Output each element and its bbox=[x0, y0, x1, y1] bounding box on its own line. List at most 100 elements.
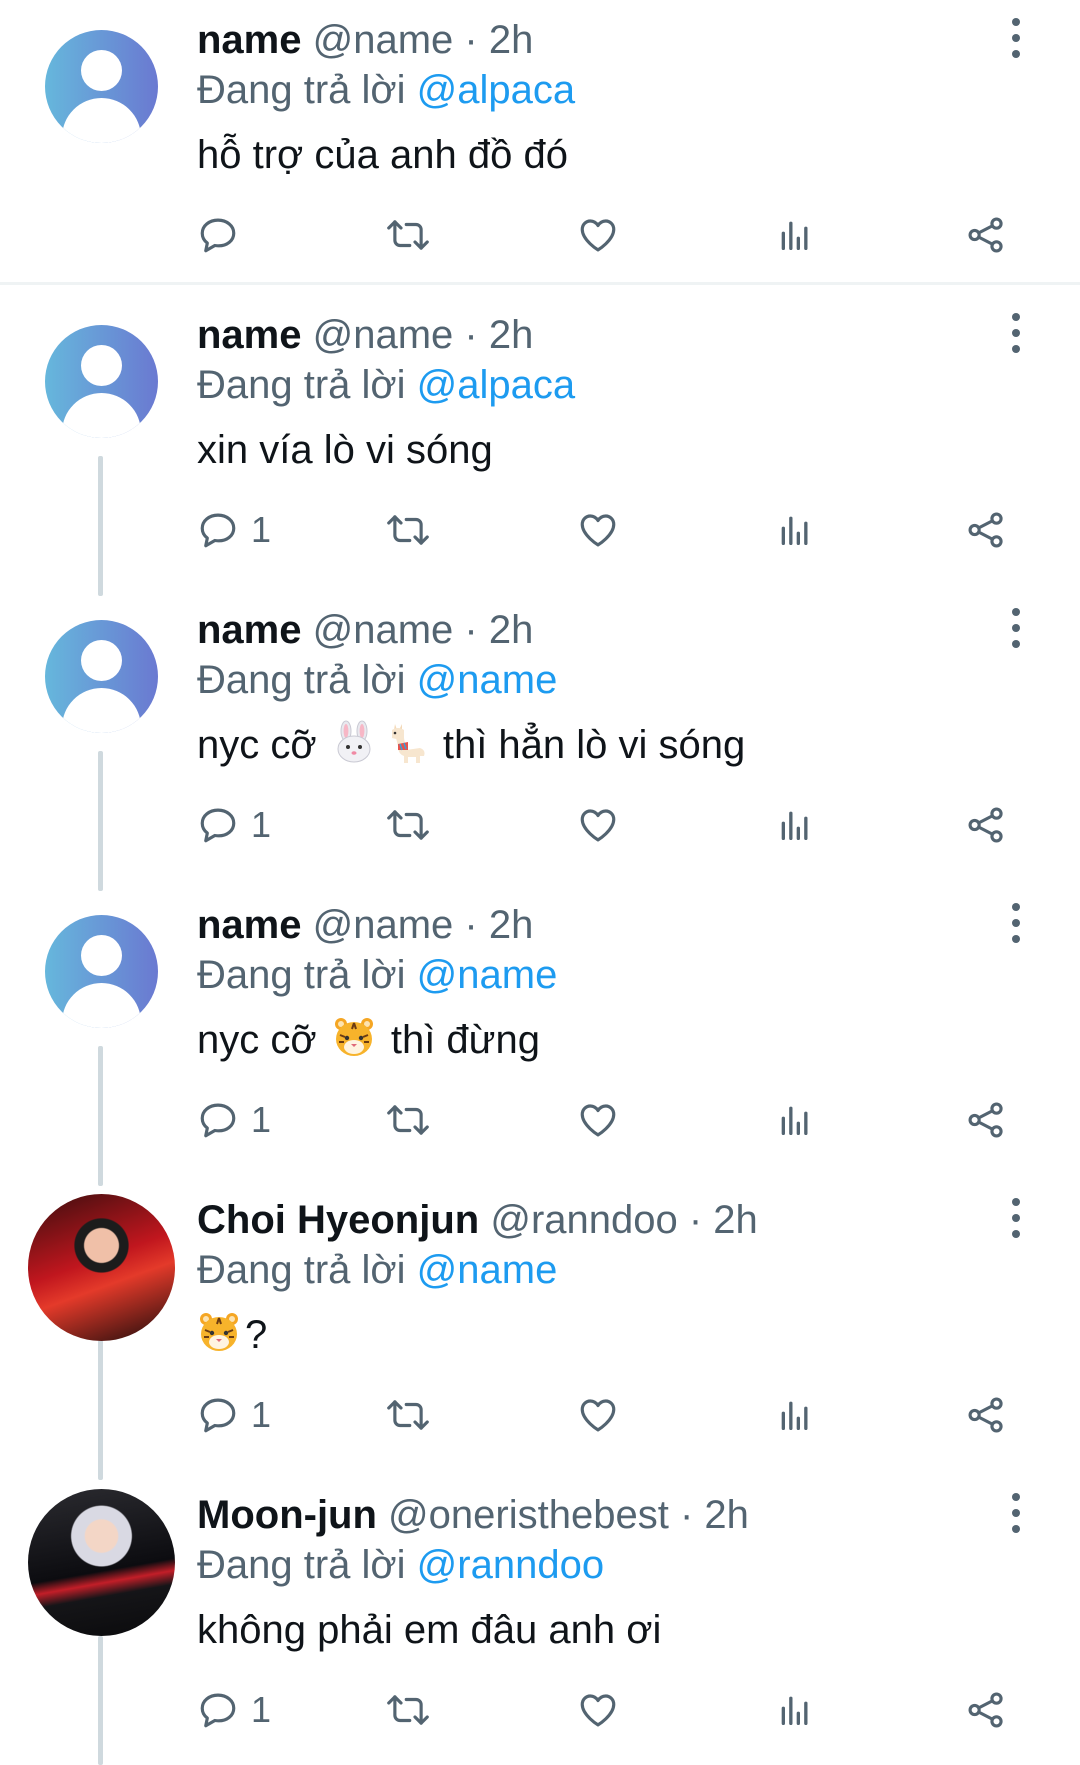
like-icon bbox=[580, 809, 616, 842]
mention-link[interactable]: @ranndoo bbox=[417, 1543, 604, 1587]
user-handle[interactable]: @name bbox=[313, 608, 454, 652]
tweet-text-part: thì đừng bbox=[390, 1018, 540, 1062]
like-button[interactable] bbox=[577, 505, 619, 555]
reply-button[interactable]: 1 bbox=[197, 1685, 271, 1735]
retweet-button[interactable] bbox=[385, 1095, 431, 1145]
tweet-text-part: nyc cỡ bbox=[197, 1018, 317, 1062]
default-avatar[interactable] bbox=[45, 915, 158, 1028]
more-icon[interactable] bbox=[1008, 1493, 1024, 1533]
reply-button[interactable]: 1 bbox=[197, 1390, 271, 1440]
retweet-icon bbox=[387, 515, 429, 545]
mention-link[interactable]: @name bbox=[417, 953, 558, 997]
display-name[interactable]: Choi Hyeonjun bbox=[197, 1198, 479, 1242]
tweet-header: name @name · 2h bbox=[197, 606, 533, 654]
default-avatar[interactable] bbox=[45, 620, 158, 733]
views-icon bbox=[781, 1401, 808, 1430]
more-icon[interactable] bbox=[1008, 608, 1024, 648]
share-button[interactable] bbox=[965, 1685, 1007, 1735]
tiger-face-emoji bbox=[334, 1018, 373, 1056]
views-button[interactable] bbox=[775, 505, 815, 555]
photo-avatar[interactable] bbox=[28, 1489, 175, 1636]
like-icon bbox=[580, 1399, 616, 1432]
tweet[interactable]: name @name · 2h Đang trả lời @alpaca xin… bbox=[0, 295, 1080, 590]
views-button[interactable] bbox=[775, 1390, 815, 1440]
like-icon bbox=[580, 1104, 616, 1137]
user-handle[interactable]: @oneristhebest bbox=[388, 1493, 669, 1537]
user-handle[interactable]: @name bbox=[313, 18, 454, 62]
views-button[interactable] bbox=[775, 1095, 815, 1145]
timestamp: · 2h bbox=[464, 18, 534, 62]
share-icon bbox=[968, 512, 1003, 548]
like-button[interactable] bbox=[577, 1685, 619, 1735]
tweet-actions: 1 bbox=[197, 1095, 1037, 1145]
tweet-header: Choi Hyeonjun @ranndoo · 2h bbox=[197, 1196, 758, 1244]
tweet[interactable]: name @name · 2h Đang trả lời @name nyc c… bbox=[0, 885, 1080, 1180]
tweet-text: ? bbox=[197, 1310, 267, 1360]
user-handle[interactable]: @ranndoo bbox=[490, 1198, 677, 1242]
display-name[interactable]: name bbox=[197, 313, 302, 357]
more-icon[interactable] bbox=[1008, 903, 1024, 943]
llama-emoji bbox=[391, 724, 425, 763]
tweet[interactable]: Moon-jun @oneristhebest · 2h Đang trả lờ… bbox=[0, 1475, 1080, 1765]
share-button[interactable] bbox=[965, 1390, 1007, 1440]
tweet-header: Moon-jun @oneristhebest · 2h bbox=[197, 1491, 749, 1539]
photo-avatar[interactable] bbox=[28, 1194, 175, 1341]
tweet-text: nyc cỡ thì đừng bbox=[197, 1015, 540, 1065]
replying-to-label: Đang trả lời bbox=[197, 1248, 406, 1292]
tweet[interactable]: Choi Hyeonjun @ranndoo · 2h Đang trả lời… bbox=[0, 1180, 1080, 1475]
mention-link[interactable]: @name bbox=[417, 1248, 558, 1292]
tweet-text-part: ? bbox=[245, 1313, 268, 1357]
replying-to-label: Đang trả lời bbox=[197, 658, 406, 702]
replying-to-label: Đang trả lời bbox=[197, 953, 406, 997]
retweet-button[interactable] bbox=[385, 1390, 431, 1440]
display-name[interactable]: name bbox=[197, 903, 302, 947]
like-button[interactable] bbox=[577, 1095, 619, 1145]
mention-link[interactable]: @name bbox=[417, 658, 558, 702]
tweet-text: nyc cỡ thì hẳn lò vi sóng bbox=[197, 720, 745, 770]
retweet-button[interactable] bbox=[385, 800, 431, 850]
replying-to: Đang trả lời @ranndoo bbox=[197, 1541, 604, 1589]
user-handle[interactable]: @name bbox=[313, 313, 454, 357]
tweet-actions: 1 bbox=[197, 800, 1037, 850]
display-name[interactable]: name bbox=[197, 608, 302, 652]
tweet-header: name @name · 2h bbox=[197, 16, 533, 64]
reply-button[interactable]: 1 bbox=[197, 1095, 271, 1145]
mention-link[interactable]: @alpaca bbox=[417, 363, 575, 407]
share-button[interactable] bbox=[965, 505, 1007, 555]
more-icon[interactable] bbox=[1008, 1198, 1024, 1238]
views-button[interactable] bbox=[775, 210, 815, 260]
default-avatar[interactable] bbox=[45, 325, 158, 438]
like-icon bbox=[580, 514, 616, 547]
views-icon bbox=[781, 221, 808, 250]
share-button[interactable] bbox=[965, 800, 1007, 850]
display-name[interactable]: name bbox=[197, 18, 302, 62]
more-icon[interactable] bbox=[1008, 18, 1024, 58]
like-button[interactable] bbox=[577, 210, 619, 260]
reply-count: 1 bbox=[251, 1394, 272, 1435]
retweet-button[interactable] bbox=[385, 210, 431, 260]
share-icon bbox=[968, 807, 1003, 843]
tweet[interactable]: name @name · 2h Đang trả lời @alpaca hỗ … bbox=[0, 0, 1080, 282]
tweet-header: name @name · 2h bbox=[197, 901, 533, 949]
retweet-button[interactable] bbox=[385, 505, 431, 555]
retweet-button[interactable] bbox=[385, 1685, 431, 1735]
tweet[interactable]: name @name · 2h Đang trả lời @name nyc c… bbox=[0, 590, 1080, 885]
reply-button[interactable]: 1 bbox=[197, 800, 271, 850]
share-button[interactable] bbox=[965, 1095, 1007, 1145]
views-button[interactable] bbox=[775, 800, 815, 850]
tweet-actions bbox=[197, 210, 1037, 260]
reply-button[interactable] bbox=[197, 210, 251, 260]
display-name[interactable]: Moon-jun bbox=[197, 1493, 377, 1537]
divider bbox=[0, 282, 1080, 285]
like-button[interactable] bbox=[577, 800, 619, 850]
mention-link[interactable]: @alpaca bbox=[417, 68, 575, 112]
views-button[interactable] bbox=[775, 1685, 815, 1735]
rabbit-face-emoji bbox=[337, 720, 371, 763]
retweet-icon bbox=[387, 1695, 429, 1725]
share-button[interactable] bbox=[965, 210, 1007, 260]
user-handle[interactable]: @name bbox=[313, 903, 454, 947]
default-avatar[interactable] bbox=[45, 30, 158, 143]
more-icon[interactable] bbox=[1008, 313, 1024, 353]
reply-button[interactable]: 1 bbox=[197, 505, 271, 555]
like-button[interactable] bbox=[577, 1390, 619, 1440]
